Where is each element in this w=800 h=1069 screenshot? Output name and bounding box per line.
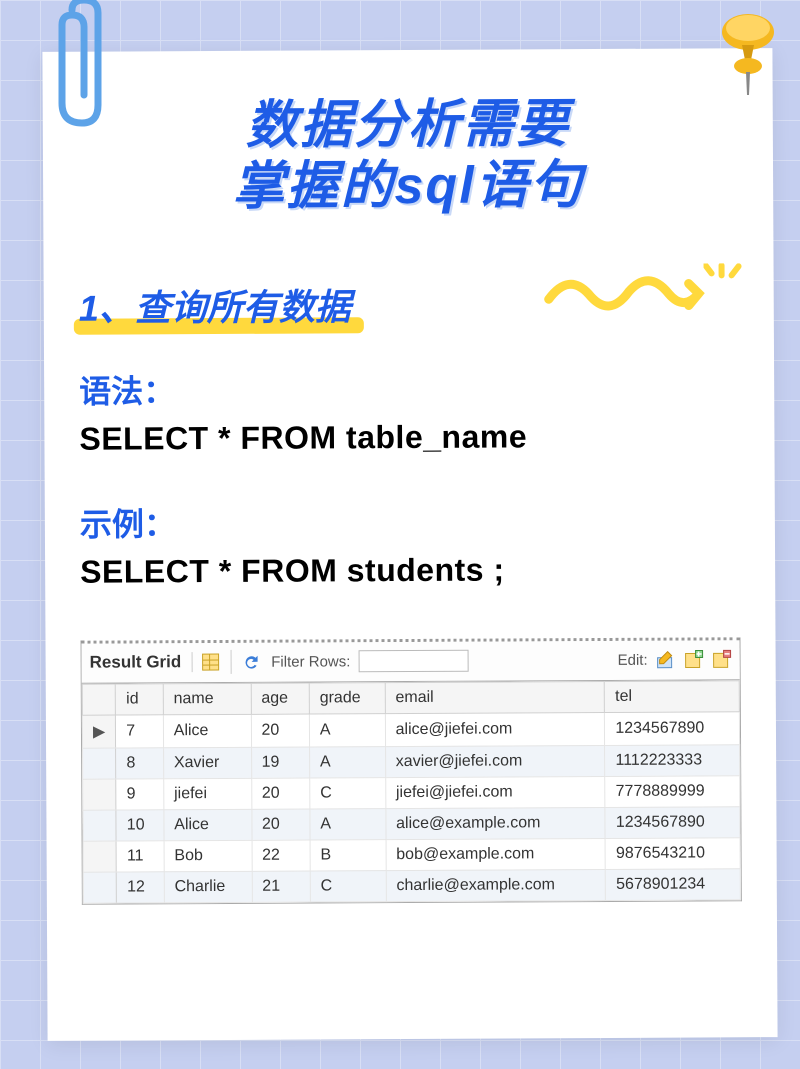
add-row-icon[interactable] [684,650,704,670]
cell-age: 22 [252,840,311,871]
col-grade: grade [309,682,385,713]
row-pointer [83,841,116,872]
refresh-icon[interactable] [241,652,261,672]
syntax-label: 语法： [79,363,739,412]
page-title: 数据分析需要 掌握的sql语句 [78,93,739,219]
table-row[interactable]: 12Charlie21Ccharlie@example.com567890123… [83,868,740,902]
example-code: SELECT * FROM students ; [80,550,740,590]
cell-age: 20 [251,714,310,747]
content-card: 数据分析需要 掌握的sql语句 1、查询所有数据 语法： SELECT * FR… [42,48,777,1041]
col-name: name [163,683,251,714]
cell-id: 8 [116,748,164,779]
edit-label: Edit: [618,651,648,668]
cell-email: charlie@example.com [386,869,606,901]
cell-grade: A [309,746,385,777]
table-row[interactable]: 9jiefei20Cjiefei@jiefei.com7778889999 [83,775,740,809]
delete-row-icon[interactable] [712,650,732,670]
table-row[interactable]: 11Bob22Bbob@example.com9876543210 [83,837,740,871]
cell-name: Charlie [164,871,252,902]
table-row[interactable]: 8Xavier19Axavier@jiefei.com1112223333 [83,744,740,778]
cell-email: jiefei@jiefei.com [385,776,605,808]
syntax-code: SELECT * FROM table_name [79,417,739,457]
cell-id: 10 [116,810,164,841]
pushpin-icon [710,10,785,100]
table-row[interactable]: ▶7Alice20Aalice@jiefei.com1234567890 [82,711,739,747]
cell-tel: 1234567890 [605,711,740,745]
row-pointer [83,779,116,810]
table-header-row: id name age grade email tel [82,680,739,714]
cell-name: jiefei [164,778,252,809]
row-pointer [83,872,116,903]
cell-email: alice@example.com [386,807,606,839]
cell-email: alice@jiefei.com [385,712,605,746]
cell-name: Alice [163,714,251,747]
cell-grade: A [310,808,386,839]
cell-grade: B [310,839,386,870]
cell-tel: 1234567890 [605,806,740,838]
edit-icon[interactable] [656,650,676,670]
cell-age: 19 [251,747,310,778]
title-line-2: 掌握的sql语句 [78,155,738,220]
grid-icon[interactable] [200,652,220,672]
col-id: id [116,684,164,715]
example-label: 示例： [80,496,740,545]
filter-input[interactable] [358,650,468,673]
cell-id: 9 [116,779,164,810]
cell-age: 21 [252,871,311,902]
cell-name: Bob [164,840,252,871]
row-pointer [83,810,116,841]
squiggle-decoration [539,263,719,319]
results-table: id name age grade email tel ▶7Alice20Aal… [82,680,741,903]
cell-grade: C [310,870,386,901]
paperclip-icon [42,0,122,135]
row-pointer: ▶ [82,715,115,748]
cell-tel: 7778889999 [605,775,740,807]
cell-id: 12 [117,872,165,903]
cell-id: 11 [116,841,164,872]
cell-email: bob@example.com [386,838,606,870]
result-grid-panel: Result Grid Filter Rows: Edit: id name a… [80,637,741,904]
section-heading: 1、查询所有数据 [79,278,351,331]
row-pointer [83,748,116,779]
result-toolbar: Result Grid Filter Rows: Edit: [82,640,740,683]
cell-id: 7 [116,715,164,748]
cell-tel: 9876543210 [605,837,740,869]
cell-name: Xavier [163,747,251,778]
cell-name: Alice [164,809,252,840]
table-row[interactable]: 10Alice20Aalice@example.com1234567890 [83,806,740,840]
col-tel: tel [605,680,740,712]
filter-rows-label: Filter Rows: [271,653,350,670]
cell-email: xavier@jiefei.com [385,745,605,777]
cell-grade: C [310,777,386,808]
col-email: email [385,681,605,713]
cell-tel: 1112223333 [605,744,740,776]
result-grid-label: Result Grid [90,652,193,673]
cell-grade: A [309,713,385,746]
title-line-1: 数据分析需要 [78,93,738,158]
lines-decoration [704,263,744,313]
cell-age: 20 [251,809,310,840]
cell-age: 20 [251,778,310,809]
col-age: age [251,683,310,714]
row-pointer-header [82,684,115,715]
cell-tel: 5678901234 [606,868,741,900]
